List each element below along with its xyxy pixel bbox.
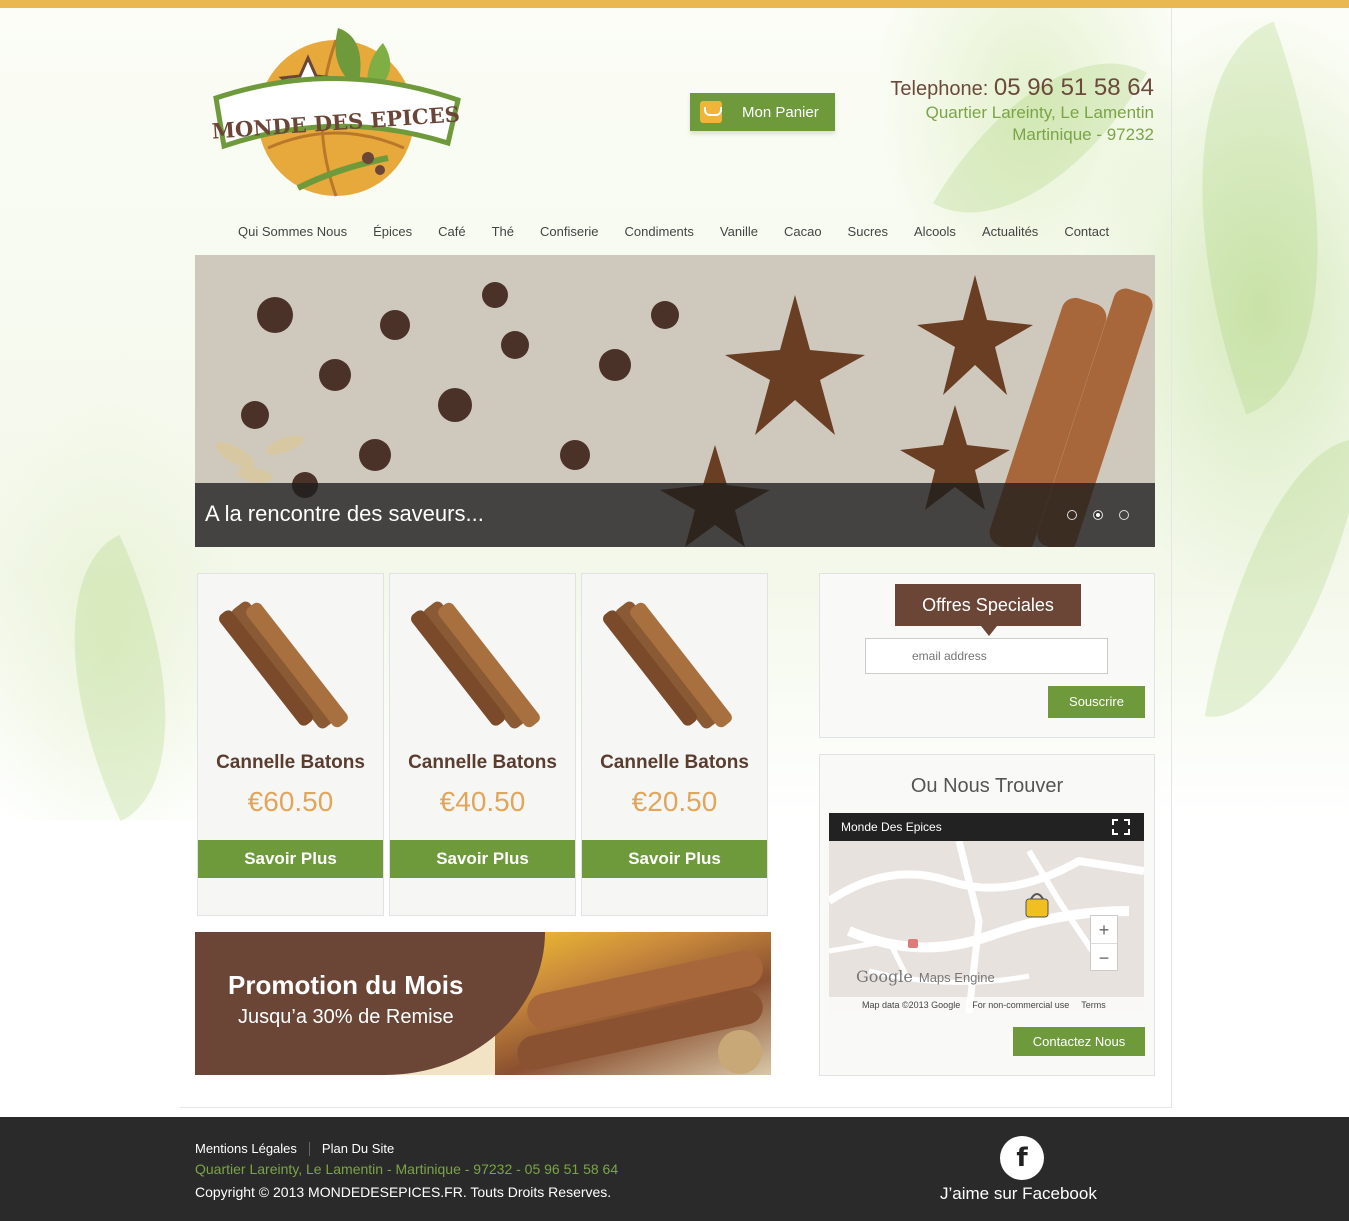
nav-item-cacao[interactable]: Cacao xyxy=(772,224,834,239)
facebook-icon[interactable]: f xyxy=(1000,1136,1044,1180)
phone-line: Telephone: 05 96 51 58 64 xyxy=(890,74,1154,102)
savoir-plus-button[interactable]: Savoir Plus xyxy=(390,840,575,878)
facebook-like-link[interactable]: J’aime sur Facebook xyxy=(940,1184,1097,1204)
savoir-plus-button[interactable]: Savoir Plus xyxy=(198,840,383,878)
maps-engine-label: Maps Engine xyxy=(918,970,995,985)
nav-item-cafe[interactable]: Café xyxy=(426,224,477,239)
map-data-credit: Map data ©2013 Google xyxy=(862,1000,961,1010)
map-header: Monde Des Epices xyxy=(829,813,1144,841)
main-nav: Qui Sommes Nous Épices Café Thé Confiser… xyxy=(226,224,1123,239)
site-logo[interactable]: MONDE DES EPICES xyxy=(208,18,464,206)
footer-link-sitemap[interactable]: Plan Du Site xyxy=(322,1141,394,1156)
cinnamon-sticks-image xyxy=(603,601,732,729)
nav-item-contact[interactable]: Contact xyxy=(1052,224,1121,239)
map-terms-link[interactable]: Terms xyxy=(1081,997,1106,1013)
slider-dot-1[interactable] xyxy=(1067,510,1077,520)
poi-icon[interactable] xyxy=(908,939,918,948)
zoom-in-button[interactable]: + xyxy=(1091,916,1117,944)
product-name: Cannelle Batons xyxy=(408,752,557,773)
subscribe-button[interactable]: Souscrire xyxy=(1048,686,1145,718)
contact-button[interactable]: Contactez Nous xyxy=(1013,1027,1145,1056)
product-name: Cannelle Batons xyxy=(216,752,365,773)
nav-item-the[interactable]: Thé xyxy=(480,224,526,239)
product-price: €60.50 xyxy=(247,786,334,817)
header-contact: Telephone: 05 96 51 58 64 Quartier Larei… xyxy=(890,74,1154,146)
product-card-1: Cannelle Batons €60.50 Savoir Plus xyxy=(197,573,384,916)
address-line-1: Quartier Lareinty, Le Lamentin xyxy=(925,103,1154,122)
location-widget: Ou Nous Trouver Monde Des Epices + − Goo… xyxy=(819,754,1155,1076)
nav-item-epices[interactable]: Épices xyxy=(361,224,424,239)
map-place-name: Monde Des Epices xyxy=(841,820,942,834)
promo-title: Promotion du Mois xyxy=(228,970,464,1000)
nav-item-alcools[interactable]: Alcools xyxy=(902,224,968,239)
google-logo: Google xyxy=(856,967,913,986)
map-usage-note: For non-commercial use xyxy=(972,1000,1070,1010)
map-embed[interactable]: Monde Des Epices + − Google Maps Engine M… xyxy=(829,813,1144,1013)
cinnamon-sticks-image xyxy=(411,601,540,729)
nav-item-sucres[interactable]: Sucres xyxy=(836,224,900,239)
product-card-3: Cannelle Batons €20.50 Savoir Plus xyxy=(581,573,768,916)
slider-caption: A la rencontre des saveurs... xyxy=(205,501,484,526)
product-price: €40.50 xyxy=(439,786,526,817)
cart-button[interactable]: Mon Panier xyxy=(690,93,835,131)
top-accent-strip xyxy=(0,0,1349,8)
footer-divider xyxy=(308,1141,310,1156)
email-field[interactable] xyxy=(865,638,1108,674)
slider-dot-3[interactable] xyxy=(1119,510,1129,520)
cart-label: Mon Panier xyxy=(742,103,819,121)
slider-dot-2[interactable] xyxy=(1093,510,1103,520)
map-footer: Map data ©2013 Google For non-commercial… xyxy=(829,997,1144,1013)
site-footer: Mentions Légales Plan Du Site Quartier L… xyxy=(0,1117,1349,1221)
address-line-2: Martinique - 97232 xyxy=(1012,125,1154,144)
product-price: €20.50 xyxy=(631,786,718,817)
footer-copyright: Copyright © 2013 MONDEDESEPICES.FR. Tout… xyxy=(195,1184,612,1200)
promo-text-panel: Promotion du Mois Jusqu’a 30% de Remise xyxy=(195,932,545,1075)
product-card-2: Cannelle Batons €40.50 Savoir Plus xyxy=(389,573,576,916)
savoir-plus-button[interactable]: Savoir Plus xyxy=(582,840,767,878)
hero-slider[interactable]: A la rencontre des saveurs... xyxy=(195,255,1155,547)
offers-title: Offres Speciales xyxy=(895,584,1081,636)
nav-item-vanille[interactable]: Vanille xyxy=(708,224,770,239)
footer-link-legal[interactable]: Mentions Légales xyxy=(195,1141,297,1156)
slider-pagination xyxy=(1067,510,1129,520)
nav-item-actualites[interactable]: Actualités xyxy=(970,224,1050,239)
map-brand: Google Maps Engine xyxy=(856,967,995,986)
map-zoom-control: + − xyxy=(1090,915,1118,971)
product-name: Cannelle Batons xyxy=(600,752,749,773)
zoom-out-button[interactable]: − xyxy=(1091,944,1117,972)
special-offers-widget: Offres Speciales Souscrire xyxy=(819,573,1155,738)
footer-address: Quartier Lareinty, Le Lamentin - Martini… xyxy=(195,1161,619,1177)
nav-item-confiserie[interactable]: Confiserie xyxy=(528,224,611,239)
shopping-basket-icon xyxy=(700,101,722,123)
cinnamon-sticks-image xyxy=(219,601,348,729)
nav-item-condiments[interactable]: Condiments xyxy=(613,224,706,239)
slider-caption-bar: A la rencontre des saveurs... xyxy=(195,483,1155,547)
promo-subtitle: Jusqu’a 30% de Remise xyxy=(238,1006,454,1028)
phone-label: Telephone: xyxy=(890,78,989,100)
promo-banner[interactable]: Promotion du Mois Jusqu’a 30% de Remise xyxy=(195,932,771,1075)
map-title: Ou Nous Trouver xyxy=(910,775,1064,797)
phone-number: 05 96 51 58 64 xyxy=(993,74,1154,101)
nav-item-qui-sommes-nous[interactable]: Qui Sommes Nous xyxy=(226,224,359,239)
footer-links: Mentions Légales Plan Du Site xyxy=(195,1141,394,1156)
fullscreen-icon[interactable] xyxy=(1112,819,1130,835)
